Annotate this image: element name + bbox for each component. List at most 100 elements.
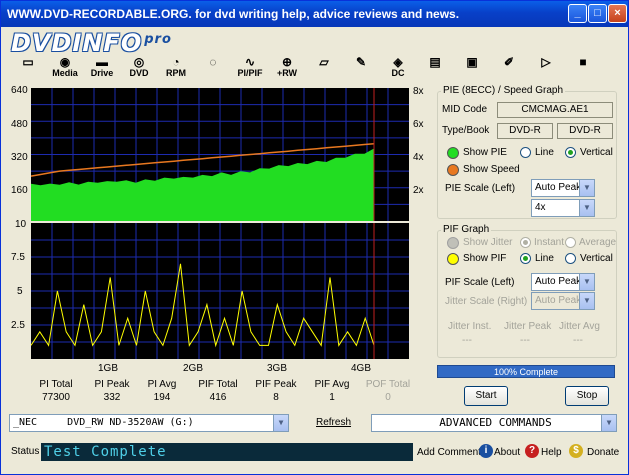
toolbar-dc-button[interactable]: ◈ DC	[381, 56, 415, 82]
pie-color-swatch[interactable]	[447, 147, 459, 159]
edit-icon: ✐	[503, 55, 515, 69]
logo-text: DVDINFO	[11, 29, 143, 57]
toolbar-rpm-button[interactable]: ◔ RPM	[159, 56, 193, 82]
jitter-peak-value: ---	[520, 335, 530, 346]
play-icon: ▷	[541, 55, 551, 69]
pif-line-radio[interactable]	[520, 253, 531, 264]
toolbar-monitor-button[interactable]: ▭	[11, 56, 45, 82]
toolbar-dc-label: DC	[391, 68, 405, 78]
bottom-y-tick-7-5: 7.5	[11, 252, 25, 263]
toolbar-burn-button[interactable]: ✎	[344, 56, 378, 82]
stat-pif-avg: PIF Avg 1	[314, 379, 350, 403]
chevron-down-icon[interactable]: ▼	[579, 200, 594, 216]
pif-chart-svg	[30, 223, 409, 359]
pif-color-swatch[interactable]	[447, 253, 459, 265]
show-speed-label[interactable]: Show Speed	[463, 164, 520, 175]
jitter-average-label: Average	[579, 237, 617, 248]
about-link[interactable]: About	[494, 447, 520, 458]
refresh-link[interactable]: Refresh	[316, 417, 351, 428]
x-tick-4gb: 4GB	[351, 363, 372, 374]
toolbar-scan-button[interactable]: ◌	[196, 56, 230, 82]
top-y-tick-160: 160	[11, 185, 28, 196]
minimize-button[interactable]: _	[568, 4, 587, 23]
jitter-avg-label: Jitter Avg	[559, 321, 600, 332]
progress-bar: 100% Complete	[437, 365, 615, 378]
chevron-down-icon[interactable]: ▼	[273, 415, 288, 431]
jitter-color-swatch	[447, 237, 459, 249]
toolbar-camera-button[interactable]: ▣	[455, 56, 489, 82]
chevron-down-icon[interactable]: ▼	[601, 415, 616, 431]
toolbar-drive-button[interactable]: ▬ Drive	[85, 56, 119, 82]
info-icon[interactable]: i	[479, 444, 493, 458]
pif-vertical-radio[interactable]	[565, 253, 576, 264]
pif-scale-select[interactable]: Auto Peak ▼	[531, 273, 595, 291]
pie-scale-select[interactable]: Auto Peak ▼	[531, 179, 595, 197]
toolbar-notes-button[interactable]: ▤	[418, 56, 452, 82]
help-link[interactable]: Help	[541, 447, 562, 458]
jitter-scale-select: Auto Peak ▼	[531, 292, 595, 310]
logo-pro: pro	[144, 32, 172, 47]
pie-line-radio[interactable]	[520, 147, 531, 158]
x-tick-2gb: 2GB	[183, 363, 204, 374]
top-y-tick-480: 480	[11, 119, 28, 130]
donate-link[interactable]: Donate	[587, 447, 619, 458]
stat-pof-total: POF Total 0	[365, 379, 411, 403]
close-button[interactable]: ×	[608, 4, 627, 23]
start-button[interactable]: Start	[464, 386, 508, 406]
pie-vertical-label: Vertical	[580, 147, 613, 158]
type-value: DVD-R	[497, 123, 553, 139]
pif-panel-title: PIF Graph	[441, 224, 492, 235]
toolbar-edit-button[interactable]: ✐	[492, 56, 526, 82]
speed-select[interactable]: 4x ▼	[531, 199, 595, 217]
toolbar-erase-button[interactable]: ▱	[307, 56, 341, 82]
erase-icon: ▱	[319, 55, 329, 69]
jitter-inst-label: Jitter Inst.	[448, 321, 492, 332]
add-comment-link[interactable]: Add Comment	[417, 447, 481, 458]
chevron-down-icon[interactable]: ▼	[579, 274, 594, 290]
jitter-instant-radio	[520, 237, 531, 248]
speed-color-swatch[interactable]	[447, 164, 459, 176]
toolbar-media-button[interactable]: ◉ Media	[48, 56, 82, 82]
chevron-down-icon[interactable]: ▼	[579, 180, 594, 196]
toolbar-rw-button[interactable]: ⊕ +RW	[270, 56, 304, 82]
pif-line-label: Line	[535, 253, 554, 264]
x-tick-3gb: 3GB	[267, 363, 288, 374]
x-tick-1gb: 1GB	[98, 363, 119, 374]
maximize-button[interactable]: □	[588, 4, 607, 23]
pie-speed-chart	[30, 88, 409, 221]
jitter-avg-value: ---	[573, 335, 583, 346]
show-pif-label[interactable]: Show PIF	[463, 253, 506, 264]
top-y2-tick-8x: 8x	[413, 86, 424, 97]
help-icon[interactable]: ?	[525, 444, 539, 458]
top-y-tick-640: 640	[11, 85, 28, 96]
top-y2-tick-6x: 6x	[413, 119, 424, 130]
notes-icon: ▤	[429, 55, 441, 69]
toolbar-pipif-button[interactable]: ∿ PI/PIF	[233, 56, 267, 82]
pif-chart	[30, 223, 409, 359]
rpm-icon: ◔	[172, 55, 180, 69]
stat-pi-avg: PI Avg 194	[147, 379, 177, 403]
pie-speed-chart-svg	[30, 88, 409, 221]
jitter-instant-label: Instant	[534, 237, 565, 248]
drive-select[interactable]: _NEC DVD_RW ND-3520AW (G:) ▼	[9, 414, 289, 432]
top-y-tick-320: 320	[11, 152, 28, 163]
stop-button[interactable]: Stop	[565, 386, 609, 406]
donate-icon[interactable]: $	[569, 444, 583, 458]
progress-text: 100% Complete	[493, 367, 559, 377]
app-logo: DVDINFO pro	[11, 29, 172, 57]
toolbar-dvd-button[interactable]: ◎ DVD	[122, 56, 156, 82]
show-pie-label[interactable]: Show PIE	[463, 147, 507, 158]
type-book-label: Type/Book	[442, 125, 490, 136]
toolbar-play-button[interactable]: ▷	[529, 56, 563, 82]
pie-vertical-radio[interactable]	[565, 147, 576, 158]
pif-scale-label: PIF Scale (Left)	[445, 277, 515, 288]
bottom-y-tick-10: 10	[15, 219, 27, 230]
advanced-commands-select[interactable]: ADVANCED COMMANDS ▼	[371, 414, 617, 432]
scan-icon: ◌	[209, 55, 217, 69]
jitter-peak-label: Jitter Peak	[504, 321, 552, 332]
media-icon: ◉	[59, 55, 71, 69]
toolbar-stop-button[interactable]: ■	[566, 56, 600, 82]
toolbar-rpm-label: RPM	[166, 68, 186, 78]
pif-vertical-label: Vertical	[580, 253, 613, 264]
top-y2-tick-2x: 2x	[413, 185, 424, 196]
